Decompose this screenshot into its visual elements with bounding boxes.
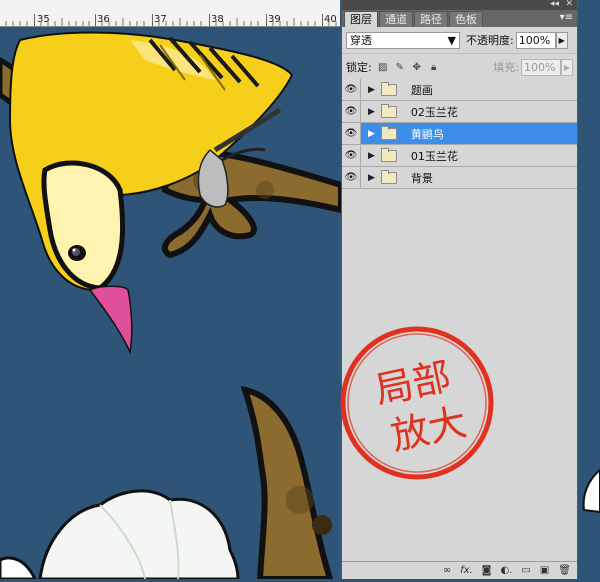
lock-transparent-icon[interactable]: ▨ <box>377 61 389 73</box>
expand-triangle-icon[interactable]: ▶ <box>368 107 375 117</box>
eye-icon[interactable]: 👁︎ <box>342 167 361 188</box>
opacity-input[interactable]: 100% <box>515 31 556 49</box>
blend-mode-select[interactable]: 穿透 ▼ <box>346 31 460 49</box>
panel-menu-icon[interactable]: ▾≡ <box>560 12 573 23</box>
lock-all-icon[interactable]: 🔒︎ <box>428 61 440 73</box>
mask-icon[interactable]: ◙ <box>482 565 492 576</box>
seal-circle: 局部 放大 <box>340 326 494 480</box>
folder-icon <box>380 147 397 162</box>
eye-icon[interactable]: 👁︎ <box>342 145 361 166</box>
adjustment-icon[interactable]: ◐. <box>500 565 512 576</box>
layer-row[interactable]: 👁︎ ▶ 02玉兰花 <box>342 101 577 123</box>
branch-lower <box>240 386 334 579</box>
eye-icon[interactable]: 👁︎ <box>342 79 361 100</box>
chevron-down-icon: ▼ <box>447 33 456 47</box>
opacity-slider-button[interactable]: ▶ <box>555 31 568 49</box>
zoom-stamp-seal: 局部 放大 <box>338 324 496 482</box>
group-icon[interactable]: ▭ <box>521 565 530 576</box>
tab-channels[interactable]: 通道 <box>379 11 413 27</box>
horizontal-ruler: 35 36 37 38 39 40 <box>0 0 340 27</box>
tab-paths[interactable]: 路径 <box>414 11 448 27</box>
layer-row[interactable]: 👁︎ ▶ 题画 <box>342 79 577 101</box>
magnolia-flower <box>38 489 240 579</box>
layer-name: 黄鹂鸟 <box>410 127 444 141</box>
document-canvas[interactable] <box>0 27 341 579</box>
new-layer-icon[interactable]: ▣ <box>540 565 549 576</box>
magnolia-petal-right <box>582 468 600 514</box>
folder-icon <box>380 103 397 118</box>
fill-input[interactable]: 100% <box>521 58 561 76</box>
panel-titlebar[interactable]: ◂◂ ✕ <box>342 0 577 10</box>
fill-label: 填充: <box>493 61 519 74</box>
tab-swatches[interactable]: 色板 <box>449 11 483 27</box>
blend-opacity-row: 穿透 ▼ 不透明度: 100% ▶ <box>342 27 577 54</box>
panel-tabs: 图层 通道 路径 色板 ▾≡ <box>342 10 577 27</box>
layer-name: 02玉兰花 <box>410 105 458 119</box>
expand-triangle-icon[interactable]: ▶ <box>368 85 375 95</box>
fill-slider-button[interactable]: ▶ <box>561 58 573 76</box>
layer-row[interactable]: 👁︎ ▶ 背景 <box>342 167 577 189</box>
folder-icon <box>380 125 397 140</box>
lock-image-icon[interactable]: ✎ <box>394 61 406 73</box>
lock-fill-row: 锁定: ▨ ✎ ✥ 🔒︎ 填充: 100% ▶ <box>342 54 577 81</box>
bird-beak <box>88 285 133 355</box>
tab-layers[interactable]: 图层 <box>344 11 378 27</box>
link-icon[interactable]: ∞ <box>443 565 451 576</box>
layer-row-selected[interactable]: 👁︎ ▶ 黄鹂鸟 <box>342 123 577 145</box>
eye-icon[interactable]: 👁︎ <box>342 123 361 144</box>
layers-panel: ◂◂ ✕ 图层 通道 路径 色板 ▾≡ 穿透 ▼ 不透明度: 100% ▶ 锁定… <box>341 0 578 579</box>
lock-label: 锁定: <box>346 61 372 74</box>
layer-name: 题画 <box>410 83 433 97</box>
folder-icon <box>380 169 397 184</box>
bird-illustration <box>0 31 341 579</box>
lock-position-icon[interactable]: ✥ <box>411 61 423 73</box>
layer-name: 01玉兰花 <box>410 149 458 163</box>
opacity-label: 不透明度: <box>466 34 514 47</box>
blend-mode-value: 穿透 <box>350 34 372 47</box>
layer-row[interactable]: 👁︎ ▶ 01玉兰花 <box>342 145 577 167</box>
expand-triangle-icon[interactable]: ▶ <box>368 173 375 183</box>
eye-icon[interactable]: 👁︎ <box>342 101 361 122</box>
layer-list: 👁︎ ▶ 题画 👁︎ ▶ 02玉兰花 👁︎ ▶ 黄鹂鸟 👁︎ ▶ 01玉兰花 👁… <box>342 79 577 189</box>
folder-icon <box>380 81 397 96</box>
canvas-right-edge <box>578 0 600 579</box>
layer-name: 背景 <box>410 171 433 185</box>
ruler-minor-ticks <box>5 18 337 26</box>
panel-bottom-toolbar: ∞ fx. ◙ ◐. ▭ ▣ 🗑︎ <box>342 561 577 579</box>
collapse-icon[interactable]: ◂◂ <box>550 0 559 9</box>
expand-triangle-icon[interactable]: ▶ <box>368 151 375 161</box>
expand-triangle-icon[interactable]: ▶ <box>368 129 375 139</box>
close-icon[interactable]: ✕ <box>565 0 573 9</box>
trash-icon[interactable]: 🗑︎ <box>558 565 571 576</box>
fx-icon[interactable]: fx. <box>460 565 473 576</box>
